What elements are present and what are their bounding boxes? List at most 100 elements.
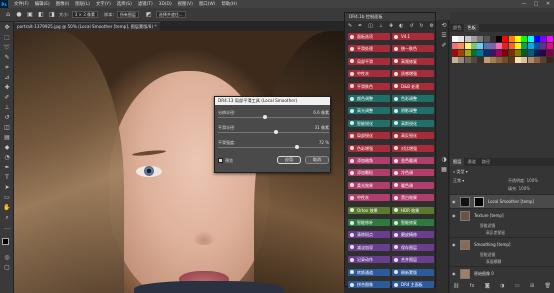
menu-layer[interactable]: 图层(L) [75, 1, 90, 7]
dr4-patch-icon[interactable]: ✚ [389, 23, 393, 31]
dr4-eraser-icon[interactable]: ◫ [368, 23, 373, 31]
filter-name[interactable]: 表面模糊 [486, 259, 501, 265]
layer-row[interactable]: ◉ Texture [temp] [450, 208, 554, 222]
dr4-action-button[interactable]: 局部平滑 [348, 57, 390, 65]
color-swatch[interactable] [515, 36, 521, 42]
path-select-tool-icon[interactable]: ➤ [3, 184, 11, 192]
dr4-action-button[interactable]: 质感增强 [392, 70, 434, 78]
detect-radius-slider[interactable]: 分辨半径: 6.6 像素 [218, 110, 329, 119]
menu-3d[interactable]: 3D(D) [159, 2, 172, 7]
dr4-action-button[interactable]: D&B 处理 [392, 82, 434, 90]
dr4-action-button[interactable]: 智能修补 [348, 219, 390, 226]
color-swatch[interactable] [533, 36, 540, 42]
add-mask-icon[interactable]: ◙ [485, 283, 490, 291]
dr4-action-button[interactable]: 色彩调整 [392, 95, 434, 102]
menu-help[interactable]: 帮助(H) [221, 1, 237, 7]
dr4-action-button[interactable]: 保存图层 [392, 243, 434, 251]
color-swatch[interactable] [458, 50, 465, 56]
color-swatch[interactable] [540, 43, 547, 49]
menu-window[interactable]: 窗口(W) [199, 1, 216, 7]
slider-value[interactable]: 6.6 像素 [313, 110, 329, 116]
tab-swatches[interactable]: 色板 [464, 24, 479, 32]
dr4-action-button[interactable]: 添加暗角 [348, 157, 390, 164]
dr4-settings-icon[interactable]: ⚙ [429, 23, 433, 31]
layer-row[interactable]: ◉ Local Smoother [temp] [450, 194, 554, 208]
menu-view[interactable]: 视图(V) [178, 1, 193, 7]
dr4-action-button[interactable]: 智能锐化 [348, 119, 390, 127]
dr4-action-button[interactable]: 阴影调整 [392, 107, 434, 115]
color-swatch[interactable] [464, 36, 471, 42]
slider-thumb[interactable] [295, 145, 300, 149]
dr4-action-button[interactable]: HDR 效果 [392, 206, 434, 214]
smart-filter-label[interactable]: 智能滤镜 [480, 252, 495, 258]
color-swatch[interactable] [508, 36, 515, 42]
color-swatch[interactable] [546, 50, 553, 56]
new-group-icon[interactable]: ▭ [515, 283, 520, 291]
eyedropper-tool-icon[interactable]: ⊿ [3, 74, 11, 82]
layer-name[interactable]: Local Smoother [temp] [488, 199, 534, 204]
menu-edit[interactable]: 编辑(E) [35, 1, 50, 7]
dr4-action-button[interactable]: 暖色调 [392, 181, 434, 189]
libraries-panel-icon[interactable]: ▦ [440, 166, 448, 174]
color-swatch[interactable] [521, 36, 528, 42]
dr4-action-button[interactable]: 智能修复 [392, 219, 434, 226]
color-swatch[interactable] [521, 50, 528, 56]
home-icon[interactable]: ⌂ [4, 11, 12, 19]
dr4-action-button[interactable]: 中性灰 [348, 70, 390, 78]
color-swatch[interactable] [464, 50, 471, 56]
color-swatch[interactable] [502, 57, 509, 63]
color-swatch[interactable] [527, 57, 534, 63]
sample-select[interactable]: 所有图层 [116, 11, 139, 18]
tab-paths[interactable]: 路径 [479, 158, 493, 166]
dr4-action-button[interactable]: 合并图层 [392, 256, 434, 264]
dr4-action-button[interactable]: 金色暖调 [392, 157, 434, 164]
size-select[interactable]: 3 × 3 像素 [71, 11, 99, 18]
move-tool-icon[interactable]: ✥ [3, 24, 11, 32]
eraser-tool-icon[interactable]: ◫ [3, 124, 11, 132]
color-swatch[interactable] [489, 36, 496, 42]
visibility-eye-icon[interactable]: ◉ [452, 242, 457, 247]
dr4-brush-icon[interactable]: ✎ [348, 23, 352, 31]
dr4-action-button[interactable]: 色彩增强 [348, 144, 390, 152]
fill-field[interactable]: 填充: 100% [508, 186, 530, 192]
crop-tool-icon[interactable]: ⌗ [3, 64, 11, 72]
dr4-action-button[interactable]: 统一肤色 [392, 45, 434, 53]
color-swatch[interactable] [496, 57, 503, 63]
color-swatch[interactable] [489, 57, 496, 63]
screen-mode-icon[interactable]: ▢ [3, 264, 11, 272]
brush-tool-icon[interactable]: ✐ [3, 94, 11, 102]
new-layer-icon[interactable]: ⊞ [530, 283, 534, 291]
color-swatch[interactable] [464, 43, 471, 49]
dr4-redo-icon[interactable]: ↻ [419, 23, 423, 31]
document-tab[interactable]: portrait-1379925.jpg @ 50% (Local Smooth… [14, 22, 160, 31]
quick-mask-icon[interactable]: ◎ [3, 254, 11, 262]
dr4-action-button[interactable]: 平滑肤色 [348, 82, 390, 90]
dr4-undo-icon[interactable]: ↺ [409, 23, 413, 31]
dr4-action-button[interactable]: 磨皮精修 [392, 231, 434, 239]
dialog-title[interactable]: DR4.13 局部平滑工具 (Local Smoother) [215, 97, 330, 105]
color-swatch[interactable] [546, 36, 553, 42]
add-selection-icon[interactable]: ◧ [37, 11, 45, 19]
menu-select[interactable]: 选择(S) [117, 1, 132, 7]
color-swatch[interactable] [477, 36, 484, 42]
dr4-action-button[interactable]: Orton 效果 [348, 206, 390, 214]
dr4-action-button[interactable]: 高光调整 [348, 107, 390, 115]
color-swatch[interactable] [458, 43, 465, 49]
blend-mode-select[interactable]: 正常 ▾ [453, 178, 464, 184]
menu-type[interactable]: 文字(Y) [96, 1, 111, 7]
color-swatch[interactable] [533, 57, 540, 63]
dr4-action-button[interactable]: 记录动作 [348, 256, 390, 264]
cancel-button[interactable]: 取消 [305, 156, 329, 164]
color-swatch[interactable] [515, 57, 521, 63]
dr4-action-button[interactable]: 面板选项 [348, 33, 390, 40]
color-swatch[interactable] [515, 50, 521, 56]
layer-mask-thumbnail[interactable] [474, 197, 484, 207]
tab-layers[interactable]: 图层 [450, 158, 465, 166]
apply-button[interactable]: 应用 [277, 156, 301, 164]
dr4-action-button[interactable]: 柔光效果 [348, 181, 390, 189]
color-swatch[interactable] [452, 43, 458, 49]
dr4-action-button[interactable]: 平滑处理 [348, 45, 390, 53]
color-swatch[interactable] [452, 57, 458, 63]
preview-checkbox[interactable] [218, 158, 223, 163]
color-swatch[interactable] [540, 50, 547, 56]
